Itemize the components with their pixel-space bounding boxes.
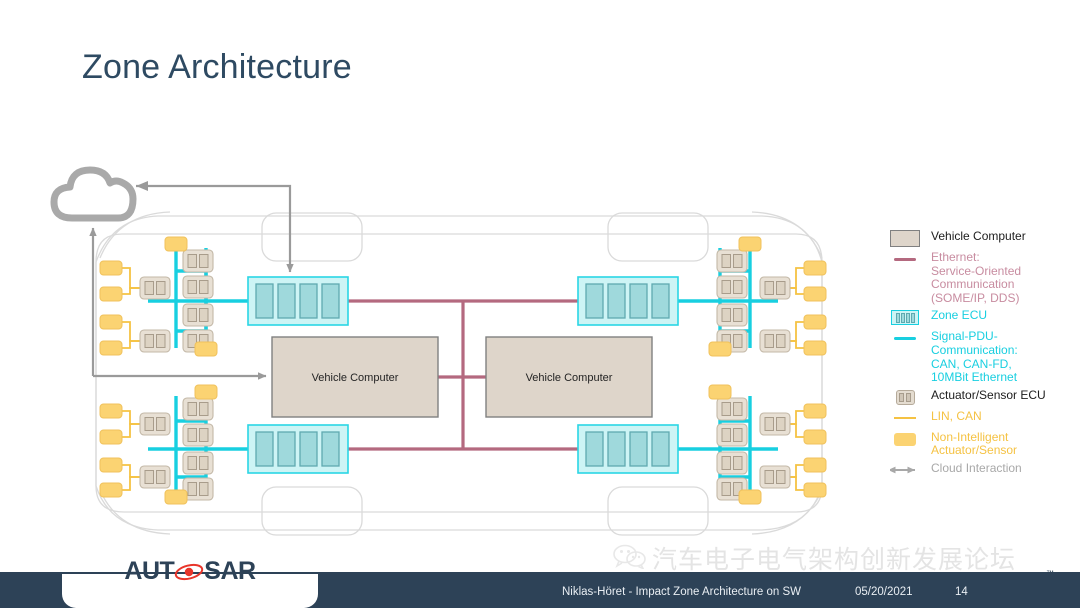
cloud-inbound-arrowhead (136, 181, 148, 191)
autosar-ring-icon (175, 563, 204, 580)
autosar-logo: AUT SAR (62, 556, 318, 586)
vehicle-computer-right-label: Vehicle Computer (526, 372, 613, 384)
vehicle-computer-right[interactable]: Vehicle Computer (485, 336, 653, 418)
legend-label-zone-ecu: Zone ECU (931, 308, 988, 323)
zone-ecu-swatch (886, 309, 924, 326)
footer-page-number: 14 (955, 586, 968, 598)
footer-date: 05/20/2021 (855, 586, 913, 598)
lin-can-line-swatch (886, 410, 924, 427)
wechat-icon (613, 544, 646, 569)
legend-item-signal-pdu: Signal-PDU- Communication: CAN, CAN-FD, … (886, 330, 1076, 384)
legend-label-lin-can: LIN, CAN (931, 408, 982, 423)
legend-label-vehicle-computer: Vehicle Computer (931, 229, 1026, 243)
legend-item-cloud-interaction: Cloud Interaction (886, 460, 1076, 479)
logo-text-right: SAR (204, 556, 256, 585)
vehicle-computer-left[interactable]: Vehicle Computer (271, 336, 439, 418)
legend-label-signal-pdu: Signal-PDU- Communication: CAN, CAN-FD, … (931, 329, 1018, 385)
legend-item-vehicle-computer: Vehicle Computer (886, 229, 1076, 247)
zone-ecu-front-right[interactable] (577, 276, 679, 326)
footer-author-title: Niklas-Höret - Impact Zone Architecture … (562, 586, 802, 598)
legend-label-actuator-sensor-ecu: Actuator/Sensor ECU (931, 387, 1046, 402)
legend-item-lin-can: LIN, CAN (886, 408, 1076, 427)
signal-pdu-line-swatch (886, 330, 924, 347)
cloud-shape (50, 166, 137, 222)
legend-label-non-intelligent: Non-Intelligent Actuator/Sensor (931, 429, 1018, 458)
legend-item-zone-ecu: Zone ECU (886, 309, 1076, 326)
legend-item-non-intelligent: Non-Intelligent Actuator/Sensor (886, 429, 1076, 458)
legend-item-ethernet: Ethernet: Service-Oriented Communication… (886, 250, 1076, 305)
watermark-text: 汽车电子电气架构创新发展论坛 (652, 545, 1017, 574)
zone-ecu-front-left[interactable] (247, 276, 349, 326)
non-intelligent-swatch (886, 431, 924, 448)
vehicle-computer-left-label: Vehicle Computer (312, 372, 399, 384)
actuator-sensor-ecu-swatch (886, 389, 924, 406)
logo-text-left: AUT (124, 556, 175, 585)
legend-item-actuator-sensor-ecu: Actuator/Sensor ECU (886, 387, 1076, 406)
vehicle-computer-swatch (886, 230, 924, 247)
legend-label-ethernet: Ethernet: Service-Oriented Communication… (931, 250, 1022, 305)
zone-ecu-rear-right[interactable] (577, 424, 679, 474)
ethernet-line-swatch (886, 251, 924, 268)
zone-ecu-rear-left[interactable] (247, 424, 349, 474)
cloud-interaction-swatch (886, 462, 924, 479)
legend-label-cloud-interaction: Cloud Interaction (931, 460, 1022, 475)
logo-trademark: ™ (1046, 569, 1054, 578)
slide-root: Zone Architecture Vehicle Computer Vehic… (0, 0, 1080, 608)
legend: Vehicle Computer Ethernet: Service-Orien… (886, 229, 1076, 483)
